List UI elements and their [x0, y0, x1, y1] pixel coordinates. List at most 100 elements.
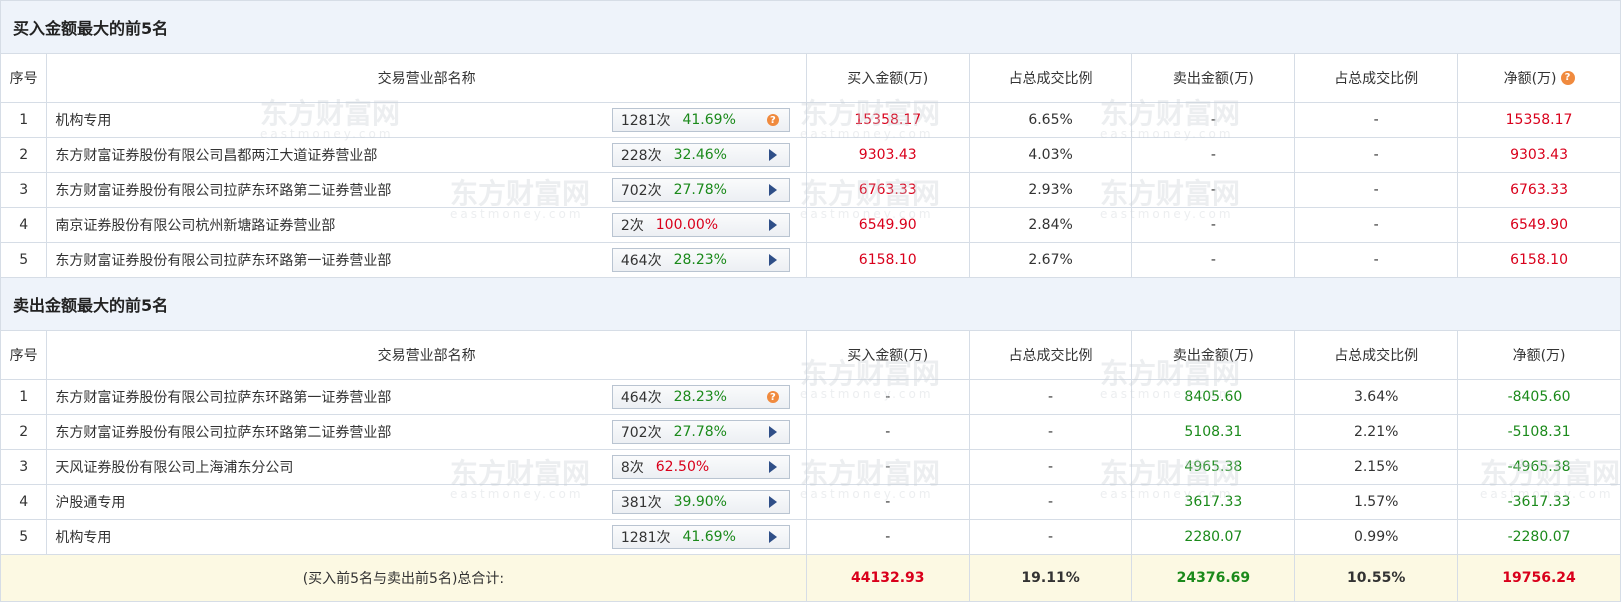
broker-cell: 天风证券股份有限公司上海浦东分公司 8次 62.50%: [46, 449, 807, 485]
sell-ratio: -: [1294, 207, 1459, 243]
table-row: 4 南京证券股份有限公司杭州新塘路证券营业部 2次 100.00% 6549.90 2.8…: [0, 207, 1621, 243]
buy-amount: 6763.33: [805, 172, 970, 208]
buy-ratio: 2.67%: [968, 242, 1133, 278]
appearance-count: 1281次: [620, 113, 671, 129]
arrow-right-icon[interactable]: [767, 149, 779, 161]
sell-ratio: -: [1294, 137, 1459, 173]
buy-amount: -: [805, 379, 970, 415]
buy-amount: -: [805, 519, 970, 555]
table-row: 4 沪股通专用 381次 39.90% - -3617.33 1.57% -3617.33: [0, 484, 1621, 520]
broker-cell-content: 东方财富证券股份有限公司拉萨东环路第一证券营业部 464次 28.23%: [47, 248, 805, 272]
buy-column-headers: 序号 交易营业部名称 买入金额(万) 占总成交比例 卖出金额(万) 占总成交比例…: [0, 53, 1621, 103]
broker-cell: 南京证券股份有限公司杭州新塘路证券营业部 2次 100.00%: [46, 207, 807, 243]
broker-name-link[interactable]: 东方财富证券股份有限公司拉萨东环路第二证券营业部: [55, 422, 391, 442]
sell-amount: 2280.07: [1131, 519, 1296, 555]
broker-cell-content: 机构专用 1281次 41.69%: [47, 525, 805, 549]
row-index: 4: [0, 484, 48, 520]
summary-buy-total: 44132.93: [805, 554, 970, 602]
row-index: 1: [0, 102, 48, 138]
buy-amount: -: [805, 449, 970, 485]
broker-cell: 机构专用 1281次 41.69%?: [46, 102, 807, 138]
net-amount: -3617.33: [1457, 484, 1621, 520]
broker-name-link[interactable]: 东方财富证券股份有限公司拉萨东环路第一证券营业部: [55, 250, 391, 270]
broker-stat-box[interactable]: 1281次 41.69%: [611, 525, 790, 549]
question-icon[interactable]: ?: [766, 391, 779, 403]
broker-name-link[interactable]: 东方财富证券股份有限公司昌都两江大道证券营业部: [55, 145, 377, 165]
table-row: 5 机构专用 1281次 41.69% - -2280.07 0.99% -2280.07: [0, 519, 1621, 555]
summary-net-total: 19756.24: [1457, 554, 1621, 602]
win-rate: 39.90%: [673, 494, 727, 510]
table-row: 1 东方财富证券股份有限公司拉萨东环路第一证券营业部 464次 28.23%? - -84…: [0, 379, 1621, 415]
broker-cell: 东方财富证券股份有限公司拉萨东环路第二证券营业部 702次 27.78%: [46, 414, 807, 450]
arrow-right-glyph: [768, 426, 777, 438]
broker-cell: 东方财富证券股份有限公司昌都两江大道证券营业部 228次 32.46%: [46, 137, 807, 173]
header-net-label: 净额(万): [1503, 71, 1557, 87]
win-rate: 28.23%: [673, 389, 727, 405]
broker-stat-box[interactable]: 381次 39.90%: [611, 490, 790, 514]
arrow-right-glyph: [768, 461, 777, 473]
arrow-right-glyph: [768, 149, 777, 161]
win-rate: 41.69%: [682, 112, 736, 128]
net-amount: 9303.43: [1457, 137, 1621, 173]
table-row: 2 东方财富证券股份有限公司昌都两江大道证券营业部 228次 32.46% 9303.4…: [0, 137, 1621, 173]
net-amount: -4965.38: [1457, 449, 1621, 485]
net-amount: -8405.60: [1457, 379, 1621, 415]
table-row: 3 天风证券股份有限公司上海浦东分公司 8次 62.50% - -4965.38 2.15%…: [0, 449, 1621, 485]
buy-ratio: 4.03%: [968, 137, 1133, 173]
question-icon[interactable]: ?: [1560, 71, 1575, 85]
billboard-table-container: 买入金额最大的前5名 序号 交易营业部名称 买入金额(万) 占总成交比例 卖出金…: [0, 0, 1621, 602]
broker-stat-box[interactable]: 228次 32.46%: [611, 143, 790, 167]
row-index: 1: [0, 379, 48, 415]
row-index: 3: [0, 172, 48, 208]
header-buy-amount: 买入金额(万): [805, 330, 970, 380]
arrow-right-icon[interactable]: [767, 184, 779, 196]
broker-stat-box[interactable]: 1281次 41.69%?: [611, 108, 790, 132]
sell-amount: 5108.31: [1131, 414, 1296, 450]
arrow-right-icon[interactable]: [767, 426, 779, 438]
arrow-right-icon[interactable]: [767, 496, 779, 508]
header-sell-ratio: 占总成交比例: [1294, 53, 1459, 103]
broker-stat-box[interactable]: 2次 100.00%: [611, 213, 790, 237]
broker-name-link[interactable]: 机构专用: [55, 110, 111, 130]
net-amount: 15358.17: [1457, 102, 1621, 138]
broker-stat-box[interactable]: 464次 28.23%?: [611, 385, 790, 409]
broker-name-link[interactable]: 东方财富证券股份有限公司拉萨东环路第一证券营业部: [55, 387, 391, 407]
buy-amount: -: [805, 484, 970, 520]
sell-amount: 8405.60: [1131, 379, 1296, 415]
broker-name-link[interactable]: 沪股通专用: [55, 492, 125, 512]
broker-name-link[interactable]: 东方财富证券股份有限公司拉萨东环路第二证券营业部: [55, 180, 391, 200]
broker-stat-box[interactable]: 8次 62.50%: [611, 455, 790, 479]
sell-amount: -: [1131, 242, 1296, 278]
broker-name-link[interactable]: 机构专用: [55, 527, 111, 547]
broker-stat-box[interactable]: 464次 28.23%: [611, 248, 790, 272]
broker-name-link[interactable]: 天风证券股份有限公司上海浦东分公司: [55, 457, 293, 477]
buy-ratio: -: [968, 379, 1133, 415]
broker-cell: 沪股通专用 381次 39.90%: [46, 484, 807, 520]
sell-ratio: -: [1294, 102, 1459, 138]
broker-cell-content: 东方财富证券股份有限公司昌都两江大道证券营业部 228次 32.46%: [47, 143, 805, 167]
header-sell-amount: 卖出金额(万): [1131, 53, 1296, 103]
broker-stat-box[interactable]: 702次 27.78%: [611, 178, 790, 202]
win-rate: 32.46%: [673, 147, 727, 163]
win-rate: 27.78%: [673, 182, 727, 198]
sell-ratio: 0.99%: [1294, 519, 1459, 555]
broker-stat-box[interactable]: 702次 27.78%: [611, 420, 790, 444]
arrow-right-icon[interactable]: [767, 461, 779, 473]
row-index: 2: [0, 137, 48, 173]
buy-section-title: 买入金额最大的前5名: [0, 0, 1621, 54]
question-icon[interactable]: ?: [766, 114, 779, 126]
sell-ratio: 2.21%: [1294, 414, 1459, 450]
arrow-right-icon[interactable]: [767, 531, 779, 543]
header-buy-ratio: 占总成交比例: [968, 53, 1133, 103]
sell-ratio: -: [1294, 242, 1459, 278]
header-index: 序号: [0, 53, 48, 103]
sell-ratio: -: [1294, 172, 1459, 208]
summary-sell-ratio: 10.55%: [1294, 554, 1459, 602]
broker-name-link[interactable]: 南京证券股份有限公司杭州新塘路证券营业部: [55, 215, 335, 235]
sell-amount: -: [1131, 207, 1296, 243]
arrow-right-icon[interactable]: [767, 254, 779, 266]
arrow-right-icon[interactable]: [767, 219, 779, 231]
header-broker-name: 交易营业部名称: [46, 53, 807, 103]
broker-cell-content: 东方财富证券股份有限公司拉萨东环路第二证券营业部 702次 27.78%: [47, 178, 805, 202]
row-index: 5: [0, 242, 48, 278]
